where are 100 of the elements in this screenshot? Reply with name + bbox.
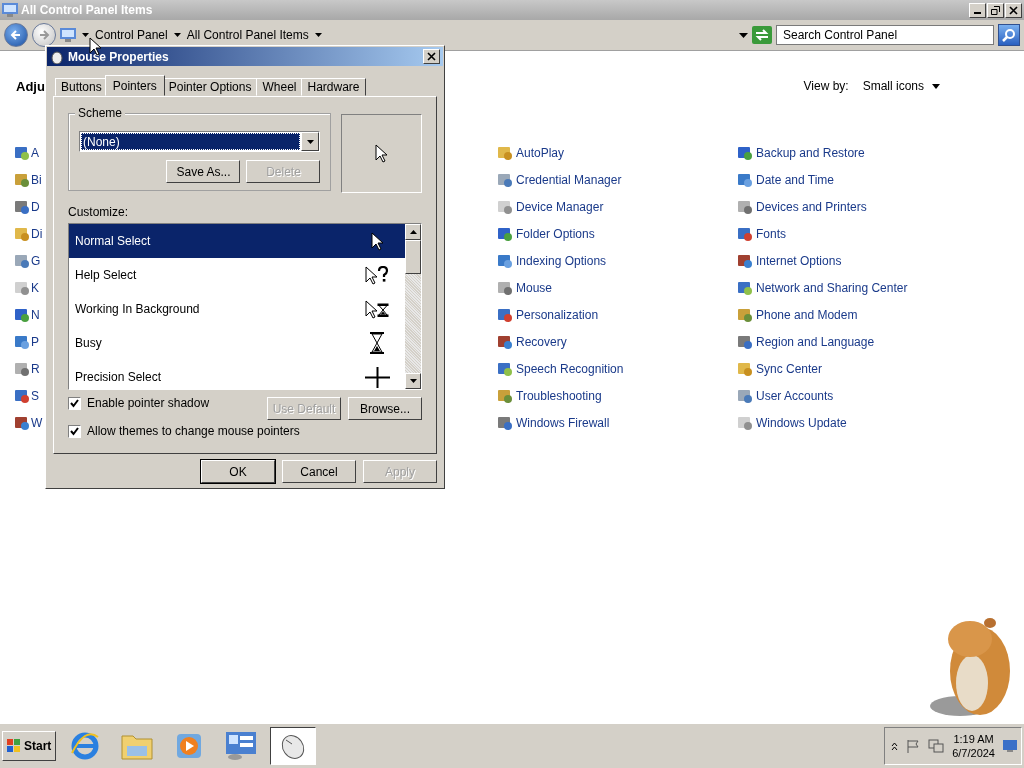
forward-arrow-icon: [38, 29, 50, 41]
restore-button[interactable]: [987, 2, 1004, 18]
applet-icon: [14, 334, 30, 350]
up-arrow-icon: [409, 230, 417, 234]
applet-link[interactable]: User Accounts: [756, 389, 834, 403]
scroll-down-button[interactable]: [405, 373, 421, 389]
applet-link[interactable]: Devices and Printers: [756, 200, 867, 214]
pointer-row[interactable]: Busy: [69, 326, 405, 360]
checkbox-label[interactable]: Enable pointer shadow: [87, 396, 210, 410]
chevron-icon[interactable]: [891, 741, 899, 751]
applet-link[interactable]: Device Manager: [516, 200, 604, 214]
applet-link[interactable]: Fonts: [756, 227, 786, 241]
caret-icon[interactable]: [82, 33, 89, 37]
pointer-row[interactable]: Help Select: [69, 258, 405, 292]
hourglass-icon: [370, 332, 384, 354]
applet-link[interactable]: A: [31, 146, 39, 160]
applet-link[interactable]: W: [31, 416, 43, 430]
applet-link[interactable]: Bi: [31, 173, 42, 187]
tab[interactable]: Pointer Options: [162, 78, 258, 96]
caret-icon[interactable]: [314, 33, 322, 37]
scheme-dropdown[interactable]: (None): [79, 131, 321, 152]
caret-icon: [932, 83, 940, 89]
applet-link[interactable]: Recovery: [516, 335, 567, 349]
applet-link[interactable]: N: [31, 308, 40, 322]
applet-link[interactable]: Internet Options: [756, 254, 842, 268]
applet-link[interactable]: Network and Sharing Center: [756, 281, 908, 295]
checkbox-label[interactable]: Allow themes to change mouse pointers: [87, 424, 300, 438]
applet-link[interactable]: Speech Recognition: [516, 362, 624, 376]
flag-icon[interactable]: [906, 739, 921, 753]
applet-link[interactable]: Windows Firewall: [516, 416, 610, 430]
scrollbar-thumb[interactable]: [405, 240, 421, 274]
applet-link[interactable]: Folder Options: [516, 227, 595, 241]
applet-icon: [14, 280, 30, 296]
applet-link[interactable]: Phone and Modem: [756, 308, 858, 322]
refresh-icon[interactable]: [752, 26, 772, 44]
view-by-dropdown[interactable]: Small icons: [862, 79, 940, 93]
applet-icon: [497, 388, 513, 404]
tab[interactable]: Hardware: [301, 78, 366, 96]
network-icon[interactable]: [928, 739, 945, 753]
applet-link[interactable]: Mouse: [516, 281, 553, 295]
dialog-button[interactable]: Browse...: [348, 397, 422, 420]
dialog-button[interactable]: Save As...: [166, 160, 241, 183]
dialog-button[interactable]: OK: [201, 460, 275, 483]
applet-link[interactable]: Date and Time: [756, 173, 835, 187]
applet-link[interactable]: Credential Manager: [516, 173, 622, 187]
applet-link[interactable]: S: [31, 389, 39, 403]
applet-link[interactable]: Personalization: [516, 308, 599, 322]
applet-link[interactable]: Windows Update: [756, 416, 847, 430]
control-panel-icon: [225, 731, 258, 761]
applet-icon: [737, 415, 753, 431]
page-heading: Adju: [16, 78, 45, 94]
back-button[interactable]: [4, 23, 28, 47]
folder-icon: [121, 732, 154, 760]
applet-link[interactable]: Troubleshooting: [516, 389, 602, 403]
start-button[interactable]: Start: [2, 731, 57, 761]
pointer-row[interactable]: Precision Select: [69, 360, 405, 389]
applet-icon: [737, 199, 753, 215]
dialog-button[interactable]: Cancel: [282, 460, 356, 483]
search-button[interactable]: [998, 24, 1020, 46]
applet-icon: [14, 199, 30, 215]
applet-link[interactable]: Region and Language: [756, 335, 875, 349]
pointer-row[interactable]: Normal Select: [69, 224, 405, 258]
applet-link[interactable]: AutoPlay: [516, 146, 565, 160]
applet-link[interactable]: K: [31, 281, 39, 295]
applet-icon: [737, 334, 753, 350]
applet-link[interactable]: G: [31, 254, 41, 268]
forward-button[interactable]: [32, 23, 56, 47]
breadcrumb[interactable]: Control Panel: [95, 28, 168, 42]
checkbox[interactable]: [68, 396, 81, 410]
check-mark-icon: [70, 398, 79, 408]
pointer-row[interactable]: Working In Background: [69, 292, 405, 326]
applet-link[interactable]: D: [31, 200, 40, 214]
applet-icon: [737, 172, 753, 188]
tab[interactable]: Buttons: [55, 78, 108, 96]
close-button[interactable]: [423, 49, 440, 64]
applet-link[interactable]: Sync Center: [756, 362, 823, 376]
search-field[interactable]: Search Control Panel: [776, 25, 994, 45]
applet-link[interactable]: P: [31, 335, 39, 349]
clock-time: 1:19 AM: [953, 732, 994, 746]
windows-logo-icon: [7, 739, 21, 753]
minimize-button[interactable]: [969, 2, 986, 18]
taskbar-app-button[interactable]: [270, 727, 317, 765]
applet-icon: [497, 226, 513, 242]
applet-link[interactable]: Di: [31, 227, 43, 241]
tab[interactable]: Pointers: [104, 75, 165, 96]
control-panel-icon: [2, 3, 18, 17]
checkbox[interactable]: [68, 424, 81, 438]
applet-icon: [497, 280, 513, 296]
tab[interactable]: Wheel: [256, 78, 303, 96]
breadcrumb[interactable]: All Control Panel Items: [186, 28, 309, 42]
show-desktop-icon[interactable]: [1003, 740, 1017, 752]
applet-link[interactable]: Backup and Restore: [756, 146, 865, 160]
scroll-up-button[interactable]: [405, 224, 421, 240]
close-button[interactable]: [1005, 2, 1022, 18]
caret-icon[interactable]: [173, 33, 181, 37]
dropdown-icon[interactable]: [739, 32, 748, 38]
applet-link[interactable]: Indexing Options: [516, 254, 607, 268]
applet-icon: [497, 307, 513, 323]
applet-link[interactable]: R: [31, 362, 40, 376]
applet-icon: [14, 307, 30, 323]
